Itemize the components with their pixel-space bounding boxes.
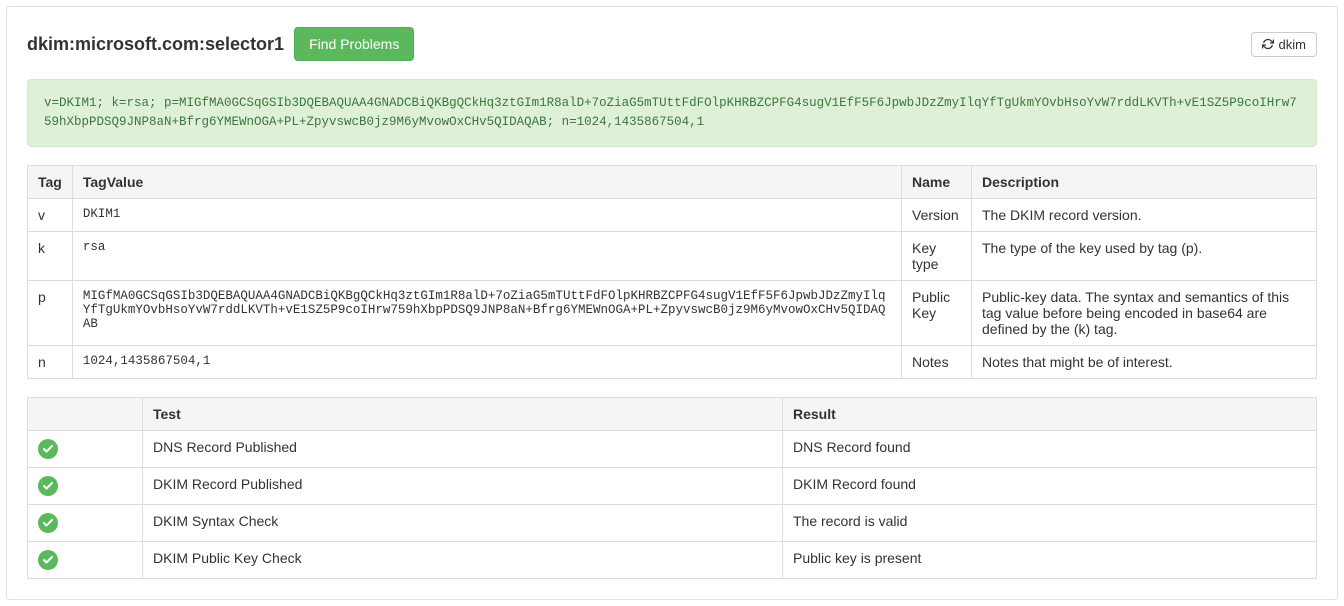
cell-name: Key type	[902, 231, 972, 280]
cell-status	[28, 467, 143, 504]
th-result: Result	[783, 397, 1317, 430]
th-name: Name	[902, 165, 972, 198]
header-row: dkim:microsoft.com:selector1 Find Proble…	[27, 27, 1317, 61]
cell-test: DKIM Public Key Check	[143, 541, 783, 578]
th-tag: Tag	[28, 165, 73, 198]
cell-value: rsa	[72, 231, 901, 280]
table-row: p MIGfMA0GCSqGSIb3DQEBAQUAA4GNADCBiQKBgQ…	[28, 280, 1317, 345]
cell-description: Notes that might be of interest.	[972, 345, 1317, 378]
dkim-record-block: v=DKIM1; k=rsa; p=MIGfMA0GCSqGSIb3DQEBAQ…	[27, 79, 1317, 147]
header-left: dkim:microsoft.com:selector1 Find Proble…	[27, 27, 414, 61]
cell-tag: n	[28, 345, 73, 378]
page-title: dkim:microsoft.com:selector1	[27, 34, 284, 55]
table-row: DKIM Record Published DKIM Record found	[28, 467, 1317, 504]
cell-status	[28, 541, 143, 578]
cell-tag: v	[28, 198, 73, 231]
cell-value: DKIM1	[72, 198, 901, 231]
check-icon	[38, 550, 58, 570]
cell-test: DNS Record Published	[143, 430, 783, 467]
table-row: v DKIM1 Version The DKIM record version.	[28, 198, 1317, 231]
check-icon	[38, 439, 58, 459]
cell-status	[28, 430, 143, 467]
cell-result: DKIM Record found	[783, 467, 1317, 504]
check-icon	[38, 476, 58, 496]
table-row: n 1024,1435867504,1 Notes Notes that mig…	[28, 345, 1317, 378]
cell-result: Public key is present	[783, 541, 1317, 578]
check-icon	[38, 513, 58, 533]
refresh-icon	[1262, 38, 1274, 50]
tests-table: Test Result DNS Record Published DNS Rec…	[27, 397, 1317, 579]
cell-result: The record is valid	[783, 504, 1317, 541]
cell-description: The DKIM record version.	[972, 198, 1317, 231]
th-status	[28, 397, 143, 430]
cell-test: DKIM Record Published	[143, 467, 783, 504]
find-problems-button[interactable]: Find Problems	[294, 27, 414, 61]
dkim-button-label: dkim	[1279, 37, 1306, 52]
dkim-panel: dkim:microsoft.com:selector1 Find Proble…	[6, 6, 1338, 600]
table-row: k rsa Key type The type of the key used …	[28, 231, 1317, 280]
cell-value: 1024,1435867504,1	[72, 345, 901, 378]
th-test: Test	[143, 397, 783, 430]
table-header-row: Tag TagValue Name Description	[28, 165, 1317, 198]
th-description: Description	[972, 165, 1317, 198]
dkim-refresh-button[interactable]: dkim	[1251, 32, 1317, 57]
table-header-row: Test Result	[28, 397, 1317, 430]
cell-name: Version	[902, 198, 972, 231]
cell-status	[28, 504, 143, 541]
cell-test: DKIM Syntax Check	[143, 504, 783, 541]
cell-name: Notes	[902, 345, 972, 378]
cell-description: Public-key data. The syntax and semantic…	[972, 280, 1317, 345]
table-row: DKIM Public Key Check Public key is pres…	[28, 541, 1317, 578]
cell-tag: p	[28, 280, 73, 345]
cell-description: The type of the key used by tag (p).	[972, 231, 1317, 280]
cell-value: MIGfMA0GCSqGSIb3DQEBAQUAA4GNADCBiQKBgQCk…	[72, 280, 901, 345]
cell-result: DNS Record found	[783, 430, 1317, 467]
th-tagvalue: TagValue	[72, 165, 901, 198]
table-row: DNS Record Published DNS Record found	[28, 430, 1317, 467]
cell-name: Public Key	[902, 280, 972, 345]
cell-tag: k	[28, 231, 73, 280]
tags-table: Tag TagValue Name Description v DKIM1 Ve…	[27, 165, 1317, 379]
table-row: DKIM Syntax Check The record is valid	[28, 504, 1317, 541]
